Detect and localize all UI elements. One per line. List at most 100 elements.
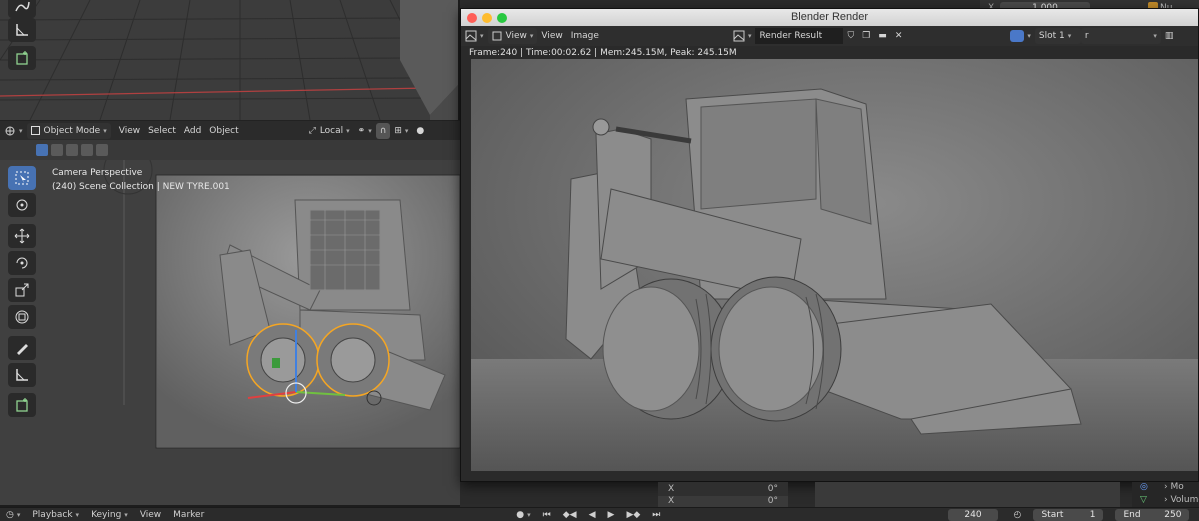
image-name-field[interactable]: Render Result [755, 28, 844, 44]
selection-mode-row [0, 140, 460, 160]
select-box-icon [15, 171, 29, 185]
camera-viewport[interactable] [0, 160, 460, 505]
pivot-dropdown[interactable]: ⚭ ▾ [354, 123, 376, 139]
menu-keying[interactable]: Keying ▾ [85, 510, 134, 520]
measure-tool-button-lower[interactable] [8, 363, 36, 387]
unlink-image-button[interactable]: ✕ [891, 28, 907, 44]
magnet-icon: ∩ [379, 125, 387, 136]
pencil-icon [17, 344, 28, 355]
play-button[interactable]: ▶ [602, 510, 621, 520]
clock-icon: ◷ [6, 509, 14, 520]
add-cube-icon-lower [16, 398, 28, 412]
start-frame-field[interactable]: Start 1 [1027, 508, 1109, 521]
folder-icon: ▬ [878, 31, 887, 41]
menu-select[interactable]: Select [144, 123, 180, 139]
object-mode-dropdown[interactable]: Object Mode ▾ [26, 122, 111, 139]
end-frame-field[interactable]: End 250 [1109, 508, 1195, 521]
physics-tab-icon[interactable]: ◎ [1140, 482, 1148, 492]
display-channels-dropdown[interactable]: ▾ [1006, 28, 1035, 44]
play-reverse-button[interactable]: ◀ [583, 510, 602, 520]
new-image-button[interactable]: ❐ [858, 28, 874, 44]
view-mode-dropdown[interactable]: View ▾ [487, 28, 538, 44]
prev-keyframe-button[interactable]: ◆◀ [557, 510, 583, 520]
object-data-tab-icon[interactable]: ▽ [1140, 495, 1147, 505]
render-result-picture [471, 59, 1198, 471]
add-cube-tool-button-lower[interactable] [8, 393, 36, 417]
proportional-edit-toggle[interactable]: ● [412, 123, 428, 139]
slot-dropdown[interactable]: Slot 1 ▾ [1034, 28, 1081, 44]
panel-item-mo[interactable]: › Mo [1164, 482, 1184, 492]
play-reverse-icon: ◀ [588, 509, 596, 520]
image-editor-icon [465, 30, 477, 42]
maximize-window-button[interactable] [497, 13, 507, 23]
add-cube-tool-button[interactable] [8, 46, 36, 70]
image-browse-button[interactable]: ▾ [729, 28, 756, 44]
cursor-tool-button[interactable] [8, 193, 36, 217]
timeline-editor-type[interactable]: ◷ ▾ [0, 510, 26, 520]
jump-start-button[interactable]: ⏮ [537, 510, 557, 520]
jump-start-icon: ⏮ [542, 509, 551, 520]
rotation-properties: X 0° X 0° [658, 482, 788, 508]
open-image-button[interactable]: ▬ [874, 28, 891, 44]
rotation-row[interactable]: X 0° [658, 484, 788, 496]
measure-tool-button[interactable] [8, 18, 36, 42]
annotate-tool-button[interactable] [8, 0, 36, 18]
render-result-image[interactable] [471, 59, 1198, 471]
scene-collection-label: (240) Scene Collection | NEW TYRE.001 [52, 182, 230, 192]
menu-view-render[interactable]: View [537, 28, 566, 44]
sidebar-toggle-button[interactable]: ▥ [1161, 28, 1178, 44]
minimize-window-button[interactable] [482, 13, 492, 23]
render-window-titlebar[interactable]: Blender Render [461, 9, 1198, 26]
select-mode-invert-button[interactable] [81, 144, 93, 156]
editor-type-dropdown-render[interactable]: ▾ [461, 28, 488, 44]
close-window-button[interactable] [467, 13, 477, 23]
current-frame-field[interactable]: 240 [942, 508, 1003, 521]
render-window-title: Blender Render [790, 11, 869, 23]
menu-playback[interactable]: Playback ▾ [26, 510, 85, 520]
snap-icon: ⊞ [394, 125, 402, 136]
menu-view[interactable]: View [115, 123, 144, 139]
select-mode-subtract-button[interactable] [66, 144, 78, 156]
viewport-grid [0, 0, 458, 120]
snap-target-dropdown[interactable]: ⊞ ▾ [390, 123, 412, 139]
transform-icon [15, 310, 29, 324]
transform-orientation-dropdown[interactable]: ⤢ Local ▾ [305, 123, 354, 139]
snap-toggle[interactable]: ∩ [375, 122, 391, 139]
annotate-tool-button-lower[interactable] [8, 336, 36, 360]
rotate-tool-button[interactable] [8, 251, 36, 275]
menu-marker[interactable]: Marker [167, 510, 210, 520]
menu-view-timeline[interactable]: View [134, 510, 167, 520]
render-layer-dropdown[interactable]: r ▾ [1080, 28, 1161, 44]
move-tool-button[interactable] [8, 224, 36, 248]
menu-add[interactable]: Add [180, 123, 205, 139]
menu-image[interactable]: Image [567, 28, 603, 44]
scale-tool-button[interactable] [8, 278, 36, 302]
move-icon [14, 228, 30, 244]
properties-panel-area [815, 482, 1120, 507]
pivot-icon: ⚭ [357, 125, 366, 136]
render-window[interactable]: Blender Render ▾ View ▾ View Image ▾ Rend… [460, 8, 1199, 482]
stopwatch-icon: ◴ [1013, 509, 1022, 520]
add-cube-icon [16, 51, 28, 65]
select-mode-extend-button[interactable] [51, 144, 63, 156]
play-icon: ▶ [607, 509, 615, 520]
fake-user-toggle[interactable]: ⛉ [843, 28, 858, 44]
editor-type-dropdown[interactable]: ▾ [0, 123, 27, 139]
next-keyframe-button[interactable]: ▶◆ [620, 510, 646, 520]
record-button[interactable]: ● ▾ [510, 510, 536, 520]
menu-object[interactable]: Object [205, 123, 242, 139]
duplicate-icon: ❐ [862, 31, 871, 41]
color-channels-icon [1010, 30, 1025, 42]
transform-tool-button[interactable] [8, 305, 36, 329]
top-3d-viewport[interactable] [0, 0, 458, 120]
record-icon: ● [516, 509, 525, 520]
select-mode-intersect-button[interactable] [96, 144, 108, 156]
jump-end-button[interactable]: ⏭ [646, 510, 666, 520]
select-box-tool-button[interactable] [8, 166, 36, 190]
annotate-icon [15, 1, 30, 12]
panel-item-volume[interactable]: › Volume [1164, 495, 1199, 505]
preview-range-toggle[interactable]: ◴ [1008, 510, 1028, 520]
select-mode-new-button[interactable] [36, 144, 48, 156]
measure-icon [16, 24, 28, 36]
jump-end-icon: ⏭ [652, 509, 661, 520]
